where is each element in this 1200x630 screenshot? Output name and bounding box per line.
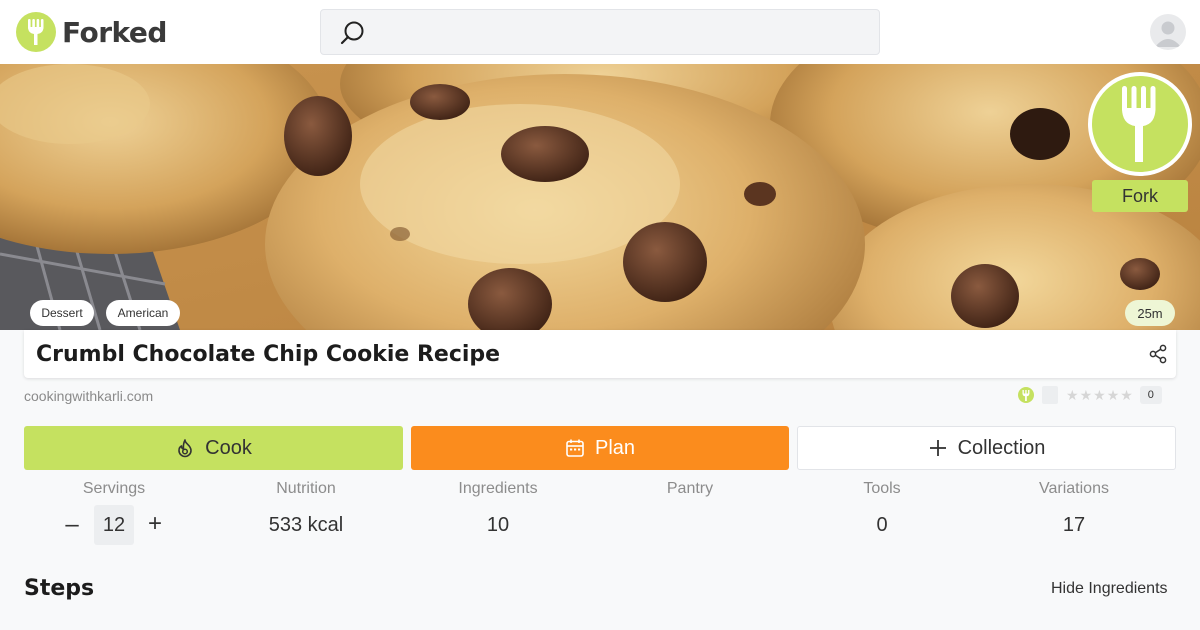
recipe-source-link[interactable]: cookingwithkarli.com bbox=[24, 388, 153, 404]
steps-heading: Steps bbox=[24, 576, 95, 601]
fork-icon bbox=[16, 12, 56, 52]
flame-icon bbox=[178, 439, 192, 458]
plan-button-label: Plan bbox=[594, 436, 636, 459]
recipe-title: Crumbl Chocolate Chip Cookie Recipe bbox=[36, 342, 501, 367]
add-to-collection-button[interactable]: Collection bbox=[797, 426, 1176, 470]
servings-label: Servings bbox=[82, 480, 146, 497]
star-icon[interactable]: ★ bbox=[1066, 387, 1079, 404]
plan-button[interactable]: Plan bbox=[411, 426, 789, 470]
recipe-title-card: Crumbl Chocolate Chip Cookie Recipe bbox=[24, 330, 1176, 378]
hide-ingredients-toggle[interactable]: Hide Ingredients bbox=[1051, 580, 1168, 598]
star-rating[interactable]: ★ ★ ★ ★ ★ bbox=[1066, 387, 1134, 404]
ingredients-count[interactable]: 10 bbox=[408, 514, 588, 537]
variations-count[interactable]: 17 bbox=[984, 514, 1164, 537]
top-bar: Forked bbox=[0, 0, 1200, 64]
tools-count[interactable]: 0 bbox=[792, 514, 972, 537]
cook-button-label: Cook bbox=[205, 436, 252, 459]
servings-value[interactable]: 12 bbox=[94, 505, 134, 545]
fork-badge[interactable] bbox=[1088, 72, 1192, 176]
fork-icon bbox=[1122, 86, 1156, 162]
avatar[interactable] bbox=[1150, 14, 1186, 50]
cook-time-badge: 25m bbox=[1125, 300, 1175, 326]
calendar-icon bbox=[566, 439, 584, 457]
rating-count: 0 bbox=[1139, 386, 1162, 404]
star-icon[interactable]: ★ bbox=[1080, 387, 1093, 404]
nutrition-value[interactable]: 533 kcal bbox=[216, 514, 396, 537]
share-icon bbox=[1149, 344, 1167, 364]
star-icon[interactable]: ★ bbox=[1107, 387, 1120, 404]
user-icon bbox=[1155, 21, 1181, 47]
rating-widget: ★ ★ ★ ★ ★ 0 bbox=[1018, 386, 1162, 404]
search-icon bbox=[340, 21, 364, 45]
tag-american[interactable]: American bbox=[106, 300, 180, 326]
collection-button-label: Collection bbox=[957, 436, 1046, 459]
increase-servings-button[interactable]: + bbox=[143, 511, 167, 537]
app-logo[interactable]: Forked bbox=[16, 12, 167, 52]
search-input[interactable] bbox=[320, 9, 880, 55]
cook-button[interactable]: Cook bbox=[24, 426, 403, 470]
pantry-label[interactable]: Pantry bbox=[600, 480, 780, 498]
rating-placeholder bbox=[1042, 386, 1058, 404]
star-icon[interactable]: ★ bbox=[1093, 387, 1106, 404]
decrease-servings-button[interactable]: – bbox=[60, 512, 84, 538]
star-icon[interactable]: ★ bbox=[1120, 387, 1133, 404]
tools-label[interactable]: Tools bbox=[792, 480, 972, 498]
nutrition-label[interactable]: Nutrition bbox=[216, 480, 396, 498]
cookie-photo bbox=[0, 64, 1200, 330]
fork-icon bbox=[1018, 387, 1034, 403]
variations-label[interactable]: Variations bbox=[984, 480, 1164, 498]
tag-dessert[interactable]: Dessert bbox=[30, 300, 94, 326]
fork-button[interactable]: Fork bbox=[1092, 180, 1188, 212]
recipe-hero-image bbox=[0, 64, 1200, 330]
ingredients-label[interactable]: Ingredients bbox=[408, 480, 588, 498]
app-name: Forked bbox=[62, 15, 167, 49]
plus-icon bbox=[929, 440, 946, 456]
share-button[interactable] bbox=[1148, 344, 1168, 369]
